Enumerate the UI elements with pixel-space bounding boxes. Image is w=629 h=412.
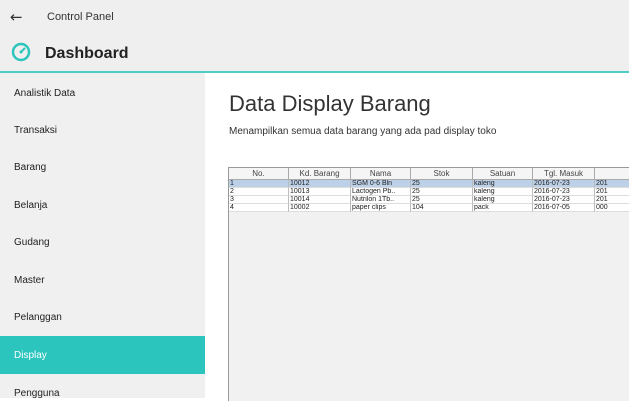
main-content: Data Display Barang Menampilkan semua da… xyxy=(205,71,629,401)
page-title: Data Display Barang xyxy=(229,91,431,116)
cell-no: 3 xyxy=(229,196,289,204)
cell-satuan: kaleng xyxy=(473,188,533,196)
cell-nama: Lactogen Pb.. xyxy=(351,188,411,196)
cell-no: 2 xyxy=(229,188,289,196)
cell-tgl-masuk: 2016-07-23 xyxy=(533,188,595,196)
window-title: Control Panel xyxy=(47,11,114,23)
cell-tgl-masuk: 2016-07-05 xyxy=(533,204,595,212)
sidebar-item-display[interactable]: Display xyxy=(0,336,205,374)
dashboard-gauge-icon xyxy=(11,42,31,62)
app-header: Dashboard xyxy=(0,36,629,71)
sidebar-item-pengguna[interactable]: Pengguna xyxy=(0,374,205,412)
sidebar-item-belanja[interactable]: Belanja xyxy=(0,186,205,224)
cell-nama: Nutrilon 1Tb.. xyxy=(351,196,411,204)
sidebar-item-label: Analistik Data xyxy=(14,87,76,99)
sidebar-item-label: Pelanggan xyxy=(14,311,62,323)
cell-satuan: pack xyxy=(473,204,533,212)
sidebar-item-label: Display xyxy=(14,349,47,361)
cell-extra: 201 xyxy=(595,196,629,204)
cell-nama: paper clips xyxy=(351,204,411,212)
sidebar-item-transaksi[interactable]: Transaksi xyxy=(0,111,205,149)
column-header-nama[interactable]: Nama xyxy=(351,168,411,180)
column-header-satuan[interactable]: Satuan xyxy=(473,168,533,180)
cell-stok: 25 xyxy=(411,180,473,188)
sidebar-item-master[interactable]: Master xyxy=(0,261,205,299)
cell-no: 1 xyxy=(229,180,289,188)
cell-extra: 201 xyxy=(595,188,629,196)
cell-stok: 104 xyxy=(411,204,473,212)
cell-kd-barang: 10013 xyxy=(289,188,351,196)
sidebar-item-barang[interactable]: Barang xyxy=(0,148,205,186)
cell-stok: 25 xyxy=(411,188,473,196)
data-table[interactable]: No. Kd. Barang Nama Stok Satuan Tgl. Mas… xyxy=(228,167,629,401)
sidebar-item-label: Pengguna xyxy=(14,387,60,399)
sidebar-item-label: Gudang xyxy=(14,236,50,248)
sidebar-item-gudang[interactable]: Gudang xyxy=(0,223,205,261)
sidebar-item-label: Transaksi xyxy=(14,124,57,136)
sidebar-item-label: Barang xyxy=(14,161,47,173)
cell-nama: SGM 0-6 Bln xyxy=(351,180,411,188)
cell-no: 4 xyxy=(229,204,289,212)
sidebar: Analistik Data Transaksi Barang Belanja … xyxy=(0,71,205,399)
cell-extra: 201 xyxy=(595,180,629,188)
cell-satuan: kaleng xyxy=(473,180,533,188)
cell-tgl-masuk: 2016-07-23 xyxy=(533,180,595,188)
header-title: Dashboard xyxy=(45,45,129,62)
cell-satuan: kaleng xyxy=(473,196,533,204)
cell-kd-barang: 10002 xyxy=(289,204,351,212)
sidebar-item-analistik-data[interactable]: Analistik Data xyxy=(0,74,205,112)
page-subtitle: Menampilkan semua data barang yang ada p… xyxy=(229,126,497,137)
sidebar-item-label: Belanja xyxy=(14,199,48,211)
cell-extra: 000 xyxy=(595,204,629,212)
column-header-stok[interactable]: Stok xyxy=(411,168,473,180)
sidebar-item-pelanggan[interactable]: Pelanggan xyxy=(0,298,205,336)
column-header-no[interactable]: No. xyxy=(229,168,289,180)
sidebar-item-label: Master xyxy=(14,274,45,286)
column-header-extra[interactable] xyxy=(595,168,629,180)
table-row[interactable]: 1 10012 SGM 0-6 Bln 25 kaleng 2016-07-23… xyxy=(229,180,629,188)
back-arrow-icon[interactable]: ← xyxy=(10,8,23,26)
table-row[interactable]: 2 10013 Lactogen Pb.. 25 kaleng 2016-07-… xyxy=(229,188,629,196)
table-row[interactable]: 4 10002 paper clips 104 pack 2016-07-05 … xyxy=(229,204,629,212)
cell-tgl-masuk: 2016-07-23 xyxy=(533,196,595,204)
title-bar: ← Control Panel xyxy=(0,0,629,36)
cell-kd-barang: 10012 xyxy=(289,180,351,188)
cell-kd-barang: 10014 xyxy=(289,196,351,204)
cell-stok: 25 xyxy=(411,196,473,204)
table-row[interactable]: 3 10014 Nutrilon 1Tb.. 25 kaleng 2016-07… xyxy=(229,196,629,204)
column-header-tgl-masuk[interactable]: Tgl. Masuk xyxy=(533,168,595,180)
column-header-kd-barang[interactable]: Kd. Barang xyxy=(289,168,351,180)
